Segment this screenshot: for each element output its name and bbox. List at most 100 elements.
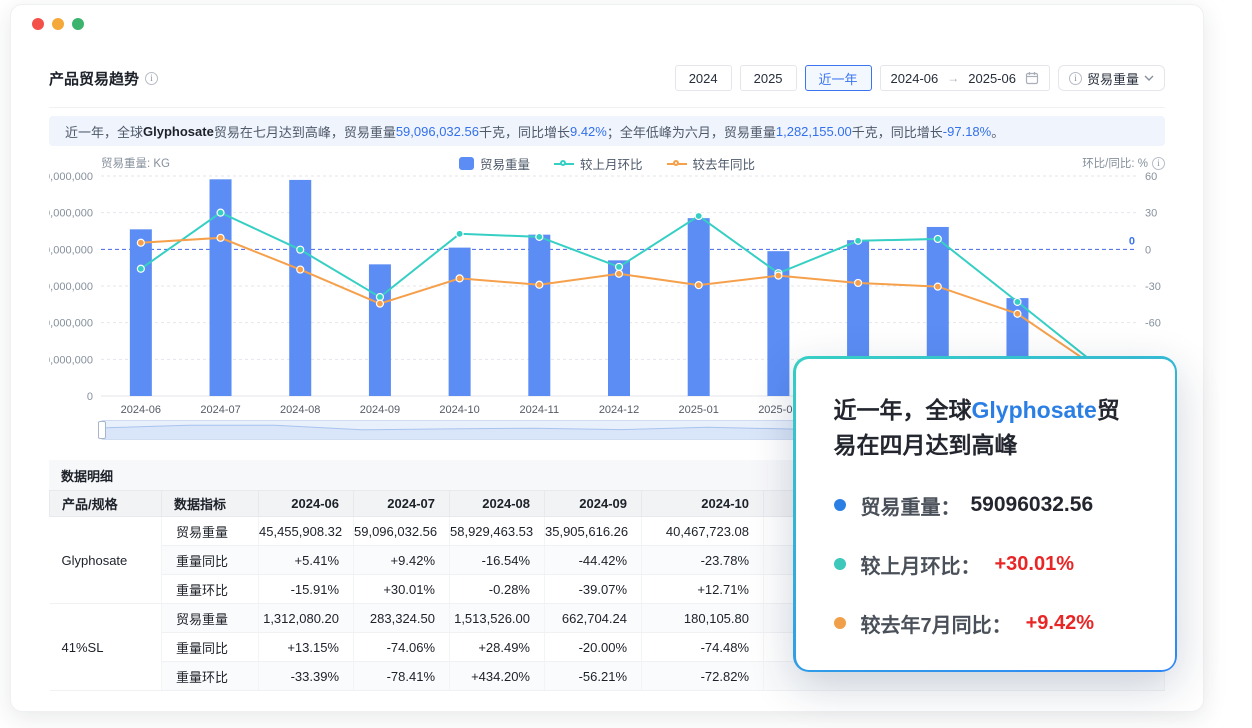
value-cell: 59,096,032.56 xyxy=(354,517,450,546)
date-start: 2024-06 xyxy=(891,71,939,86)
value-cell: -78.41% xyxy=(354,662,450,691)
page-title: 产品贸易趋势 xyxy=(49,68,139,89)
value-cell: 662,704.24 xyxy=(545,604,642,633)
svg-text:10,000,000: 10,000,000 xyxy=(49,354,93,366)
popup-metric-item: 贸易重量： 59096032.56 xyxy=(834,491,1139,520)
tab-last-year-button[interactable]: 近一年 xyxy=(805,65,872,91)
table-column-header: 2024-10 xyxy=(642,491,764,517)
svg-text:0: 0 xyxy=(1145,244,1151,256)
calendar-icon xyxy=(1025,71,1039,85)
value-cell: 1,513,526.00 xyxy=(450,604,545,633)
value-cell: +28.49% xyxy=(450,633,545,662)
metric-cell: 贸易重量 xyxy=(162,517,259,546)
banner-segment: 9.42% xyxy=(570,124,607,139)
svg-text:0: 0 xyxy=(1129,235,1135,247)
table-column-header: 数据指标 xyxy=(162,491,259,517)
metric-cell: 重量环比 xyxy=(162,662,259,691)
popup-metric-value: 59096032.56 xyxy=(971,493,1094,517)
popup-metric-label: 贸易重量： xyxy=(861,491,961,520)
metric-dropdown-value: 贸易重量 xyxy=(1087,69,1139,88)
metric-cell: 重量同比 xyxy=(162,633,259,662)
close-button[interactable] xyxy=(32,18,44,30)
bullet-dot-icon xyxy=(834,499,846,511)
date-end: 2025-06 xyxy=(968,71,1016,86)
svg-text:2024-11: 2024-11 xyxy=(520,404,560,416)
svg-text:40,000,000: 40,000,000 xyxy=(49,244,93,256)
svg-text:2024-09: 2024-09 xyxy=(360,404,400,416)
svg-text:2024-10: 2024-10 xyxy=(439,404,479,416)
value-cell: +9.42% xyxy=(354,546,450,575)
banner-segment: 千克，同比增长 xyxy=(479,122,570,141)
insight-banner: 近一年，全球Glyphosate贸易在七月达到高峰，贸易重量59,096,032… xyxy=(49,116,1165,146)
popup-items: 贸易重量： 59096032.56 较上月环比： +30.01% 较去年7月同比：+9.… xyxy=(834,491,1139,638)
svg-text:30: 30 xyxy=(1145,208,1157,220)
value-cell: 1,312,080.20 xyxy=(259,604,354,633)
value-cell: 35,905,616.26 xyxy=(545,517,642,546)
value-cell: -0.28% xyxy=(450,575,545,604)
chevron-down-icon xyxy=(1144,75,1154,81)
svg-text:60,000,000: 60,000,000 xyxy=(49,171,93,183)
svg-text:-60: -60 xyxy=(1145,318,1161,330)
svg-text:-30: -30 xyxy=(1145,281,1161,293)
table-column-header: 产品/规格 xyxy=(50,491,162,517)
value-cell: 283,324.50 xyxy=(354,604,450,633)
value-cell: -72.82% xyxy=(642,662,764,691)
popup-headline: 近一年，全球Glyphosate贸易在四月达到高峰 xyxy=(834,393,1139,463)
date-range-picker[interactable]: 2024-06 → 2025-06 xyxy=(880,65,1050,91)
value-cell: +5.41% xyxy=(259,546,354,575)
banner-segment: Glyphosate xyxy=(143,124,214,139)
svg-text:2024-12: 2024-12 xyxy=(599,404,639,416)
window-titlebar xyxy=(11,5,1203,41)
banner-segment: -97.18% xyxy=(943,124,991,139)
banner-segment: 千克，同比增长 xyxy=(852,122,943,141)
banner-segment: 1,282,155.00 xyxy=(776,124,852,139)
table-column-header: 2024-07 xyxy=(354,491,450,517)
popup-headline-segment: 近一年，全球 xyxy=(834,397,972,423)
value-cell: -39.07% xyxy=(545,575,642,604)
value-cell: -56.21% xyxy=(545,662,642,691)
svg-text:60: 60 xyxy=(1145,171,1157,183)
value-cell: -20.00% xyxy=(545,633,642,662)
tab-2024-button[interactable]: 2024 xyxy=(675,65,732,91)
bullet-dot-icon xyxy=(834,617,846,629)
slider-handle-left[interactable] xyxy=(98,421,106,439)
table-column-header: 2024-09 xyxy=(545,491,642,517)
minimize-button[interactable] xyxy=(52,18,64,30)
svg-text:2024-07: 2024-07 xyxy=(200,404,240,416)
value-cell: -74.06% xyxy=(354,633,450,662)
zoom-button[interactable] xyxy=(72,18,84,30)
value-cell: 40,467,723.08 xyxy=(642,517,764,546)
popup-metric-label: 较上月环比： xyxy=(861,550,981,579)
svg-text:2025-01: 2025-01 xyxy=(679,404,719,416)
banner-segment: 贸易在七月达到高峰，贸易重量 xyxy=(214,122,396,141)
value-cell: +434.20% xyxy=(450,662,545,691)
popup-metric-value: +30.01% xyxy=(995,553,1075,576)
metric-dropdown[interactable]: i 贸易重量 xyxy=(1058,65,1165,91)
value-cell: +13.15% xyxy=(259,633,354,662)
value-cell: -33.39% xyxy=(259,662,354,691)
banner-segment: 59,096,032.56 xyxy=(396,124,479,139)
metric-cell: 重量同比 xyxy=(162,546,259,575)
svg-text:0: 0 xyxy=(87,391,93,403)
value-cell: -16.54% xyxy=(450,546,545,575)
product-cell: Glyphosate xyxy=(50,517,162,604)
svg-text:30,000,000: 30,000,000 xyxy=(49,281,93,293)
value-cell: +30.01% xyxy=(354,575,450,604)
svg-text:2024-08: 2024-08 xyxy=(280,404,320,416)
value-cell: 58,929,463.53 xyxy=(450,517,545,546)
panel-header: 产品贸易趋势 i 2024 2025 近一年 2024-06 → 2025-06 xyxy=(49,65,1165,108)
metric-cell: 贸易重量 xyxy=(162,604,259,633)
value-cell: -74.48% xyxy=(642,633,764,662)
bullet-dot-icon xyxy=(834,558,846,570)
svg-text:50,000,000: 50,000,000 xyxy=(49,208,93,220)
value-cell: -15.91% xyxy=(259,575,354,604)
value-cell: -44.42% xyxy=(545,546,642,575)
popup-metric-item: 较去年7月同比：+9.42% xyxy=(834,609,1139,638)
tab-2025-button[interactable]: 2025 xyxy=(740,65,797,91)
value-cell: 180,105.80 xyxy=(642,604,764,633)
title-info-icon[interactable]: i xyxy=(145,72,158,85)
banner-segment: 近一年，全球 xyxy=(65,122,143,141)
popup-headline-segment: Glyphosate xyxy=(972,397,1097,423)
metric-info-icon: i xyxy=(1069,72,1082,85)
popup-metric-label: 较去年7月同比： xyxy=(861,609,1012,638)
